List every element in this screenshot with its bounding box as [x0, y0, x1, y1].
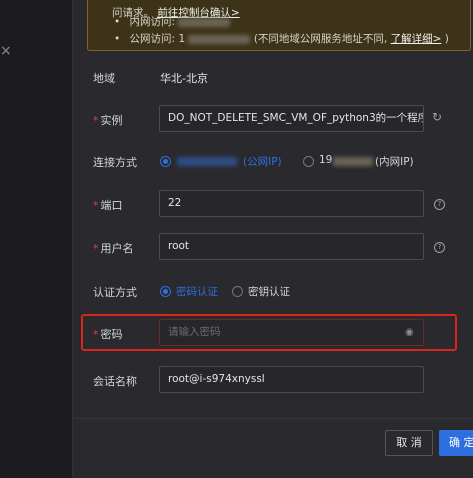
- session-name-input[interactable]: root@i-s974xnyssl: [159, 366, 424, 393]
- help-icon[interactable]: ?: [434, 199, 445, 210]
- public-ip-tag: (公网IP): [243, 156, 282, 168]
- port-label: * 端口: [93, 199, 123, 212]
- notice-list: 内网访问: 公网访问: 1 (不同地域公网服务地址不同, 了解详细> ): [114, 14, 449, 48]
- username-label: * 用户名: [93, 242, 134, 255]
- key-auth-label: 密钥认证: [248, 286, 290, 298]
- password-input[interactable]: 请输入密码: [159, 319, 424, 346]
- background-panel: ×: [0, 0, 72, 477]
- key-auth-radio[interactable]: [232, 286, 243, 297]
- private-ip-radio[interactable]: [303, 156, 314, 167]
- instance-label: * 实例: [93, 114, 123, 127]
- private-ip-tag: (内网IP): [375, 156, 414, 168]
- password-auth-label: 密码认证: [176, 286, 218, 298]
- dialog-footer: 取 消 确 定: [73, 418, 473, 478]
- private-ip-prefix: 19: [319, 154, 333, 166]
- region-value: 华北-北京: [160, 72, 208, 85]
- confirm-button[interactable]: 确 定: [439, 430, 473, 456]
- intranet-access-item: 内网访问:: [114, 14, 449, 31]
- port-input[interactable]: 22: [159, 190, 424, 217]
- help-icon[interactable]: ?: [434, 242, 445, 253]
- refresh-icon[interactable]: ↻: [432, 110, 442, 124]
- connection-label: 连接方式: [93, 156, 137, 169]
- password-auth-radio[interactable]: [160, 286, 171, 297]
- redacted-private-ip: [333, 157, 373, 166]
- close-icon[interactable]: ×: [0, 44, 12, 58]
- notice-banner: 问请求。 前往控制台确认> 内网访问: 公网访问: 1 (不同地域公网服务地址不…: [87, 0, 471, 51]
- connect-dialog: 问请求。 前往控制台确认> 内网访问: 公网访问: 1 (不同地域公网服务地址不…: [72, 0, 473, 478]
- instance-select[interactable]: DO_NOT_DELETE_SMC_VM_OF_python3的一个程序: [159, 105, 424, 132]
- session-name-label: 会话名称: [93, 375, 137, 388]
- public-ip-radio[interactable]: [160, 156, 171, 167]
- eye-icon[interactable]: ◉: [405, 327, 414, 338]
- region-label: 地域: [93, 72, 115, 85]
- learn-more-link[interactable]: 了解详细>: [391, 33, 442, 45]
- redacted-public-ip: [177, 157, 237, 166]
- cancel-button[interactable]: 取 消: [385, 430, 433, 456]
- redacted-address: [178, 17, 231, 27]
- password-label: * 密码: [93, 328, 123, 341]
- redacted-address: [188, 34, 251, 44]
- public-access-item: 公网访问: 1 (不同地域公网服务地址不同, 了解详细> ): [114, 31, 449, 48]
- auth-method-label: 认证方式: [93, 286, 137, 299]
- username-input[interactable]: root: [159, 233, 424, 260]
